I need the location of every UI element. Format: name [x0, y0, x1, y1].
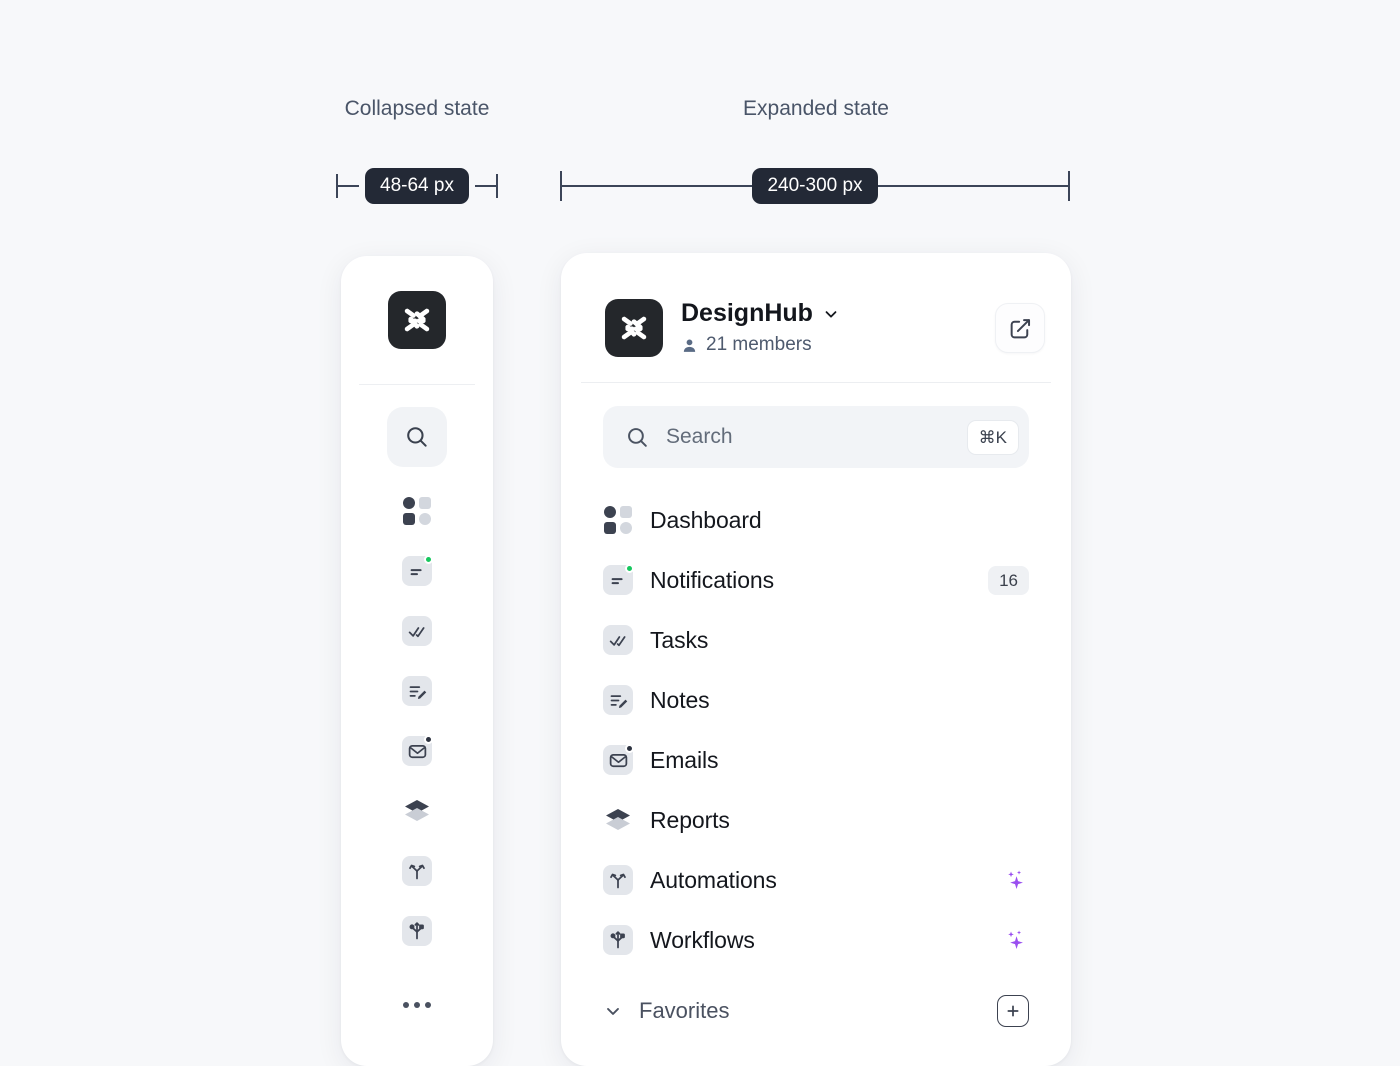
collapsed-rail-header: [341, 256, 493, 384]
nav-label: Emails: [650, 746, 719, 773]
rail-item-emails[interactable]: [387, 721, 447, 781]
nav-item-emails[interactable]: Emails: [603, 730, 1029, 790]
expanded-dimension-pill: 240-300 px: [752, 168, 878, 204]
collapsed-sidebar-panel: [341, 256, 493, 1066]
rail-item-dashboard[interactable]: [387, 481, 447, 541]
ruler-line-right: [877, 185, 1069, 187]
status-dot-green: [625, 564, 634, 573]
members-count-label: 21 members: [706, 334, 812, 356]
add-favorite-button[interactable]: [997, 995, 1029, 1027]
chevron-down-icon[interactable]: [603, 1001, 623, 1021]
collapsed-state-caption: Collapsed state: [344, 97, 490, 120]
favorites-label: Favorites: [639, 998, 730, 1023]
chevron-down-icon: [822, 305, 840, 323]
nav-item-reports[interactable]: Reports: [603, 790, 1029, 850]
search-shortcut-badge: ⌘K: [966, 419, 1019, 455]
envelope-icon: [402, 735, 433, 766]
expanded-width-ruler: 240-300 px: [560, 166, 1071, 206]
workspace-title-block: DesignHub 21 members: [681, 298, 995, 357]
workspace-name: DesignHub: [681, 298, 813, 327]
ruler-line-right: [474, 185, 497, 187]
designhub-logo-icon[interactable]: [388, 291, 446, 349]
search-section: ⌘K: [561, 383, 1071, 468]
nav-label: Tasks: [650, 626, 709, 653]
notification-list-icon: [603, 564, 634, 595]
ruler-line-left: [338, 185, 360, 187]
rail-item-notes[interactable]: [387, 661, 447, 721]
dashboard-grid-icon: [402, 496, 432, 526]
ruler-end-cap-right: [496, 174, 499, 198]
nav-item-dashboard[interactable]: Dashboard: [603, 490, 1029, 550]
collapsed-rail-items: [341, 385, 493, 1035]
workspace-members: 21 members: [681, 334, 995, 356]
search-input[interactable]: [666, 425, 967, 449]
branch-fork-icon: [603, 865, 633, 895]
designhub-logo-icon[interactable]: [605, 299, 663, 357]
nav-item-notifications[interactable]: Notifications 16: [603, 550, 1029, 610]
nav-label: Dashboard: [650, 506, 762, 533]
ai-sparkle-icon: [1003, 927, 1029, 953]
workspace-header: DesignHub 21 members: [561, 253, 1071, 357]
notifications-count-badge: 16: [988, 565, 1029, 595]
nav-label: Workflows: [650, 926, 755, 953]
workspace-switcher[interactable]: DesignHub: [681, 298, 995, 328]
expanded-sidebar-panel: DesignHub 21 members Search ⌘K Dashboard…: [561, 253, 1071, 1066]
nav-label: Automations: [650, 866, 777, 893]
rail-item-notifications[interactable]: [387, 541, 447, 601]
plus-icon: [1005, 1003, 1021, 1019]
search-icon: [625, 425, 650, 450]
note-pencil-icon: [603, 685, 633, 715]
double-check-icon: [603, 625, 633, 655]
favorites-section-header[interactable]: Favorites: [561, 980, 1071, 1042]
layers-stack-icon: [402, 796, 432, 826]
collapsed-search-button[interactable]: [387, 407, 447, 467]
person-icon: [681, 337, 698, 354]
nav-item-workflows[interactable]: Workflows: [603, 910, 1029, 970]
rail-item-tasks[interactable]: [387, 601, 447, 661]
workflow-merge-icon: [603, 925, 633, 955]
layers-stack-icon: [603, 805, 633, 835]
ruler-end-cap-right: [1068, 171, 1071, 201]
double-check-icon: [402, 616, 432, 646]
ai-sparkle-icon: [1003, 867, 1029, 893]
nav-item-notes[interactable]: Notes: [603, 670, 1029, 730]
search-box[interactable]: ⌘K: [603, 406, 1029, 468]
status-dot-green: [424, 555, 433, 564]
ruler-line-left: [562, 185, 753, 187]
nav-label: Notes: [650, 686, 710, 713]
nav-item-automations[interactable]: Automations: [603, 850, 1029, 910]
notification-list-icon: [402, 555, 433, 586]
status-dot-dark: [424, 735, 433, 744]
nav-label: Reports: [650, 806, 730, 833]
status-dot-dark: [625, 744, 634, 753]
compose-edit-icon: [1008, 316, 1033, 341]
rail-item-workflows[interactable]: [387, 901, 447, 961]
nav-item-tasks[interactable]: Tasks: [603, 610, 1029, 670]
search-icon: [404, 424, 430, 450]
workflow-merge-icon: [402, 916, 432, 946]
collapsed-dimension-pill: 48-64 px: [365, 168, 469, 204]
rail-item-reports[interactable]: [387, 781, 447, 841]
dashboard-grid-icon: [603, 505, 633, 535]
compose-edit-button[interactable]: [995, 303, 1045, 353]
note-pencil-icon: [402, 676, 432, 706]
collapsed-width-ruler: 48-64 px: [336, 166, 499, 206]
branch-fork-icon: [402, 856, 432, 886]
envelope-icon: [603, 744, 634, 775]
expanded-state-caption: Expanded state: [743, 97, 889, 120]
more-horizontal-icon[interactable]: [387, 975, 447, 1035]
rail-item-automations[interactable]: [387, 841, 447, 901]
nav-label: Notifications: [650, 566, 774, 593]
navigation-list: Dashboard Notifications 16 Tasks Notes E…: [561, 468, 1071, 970]
